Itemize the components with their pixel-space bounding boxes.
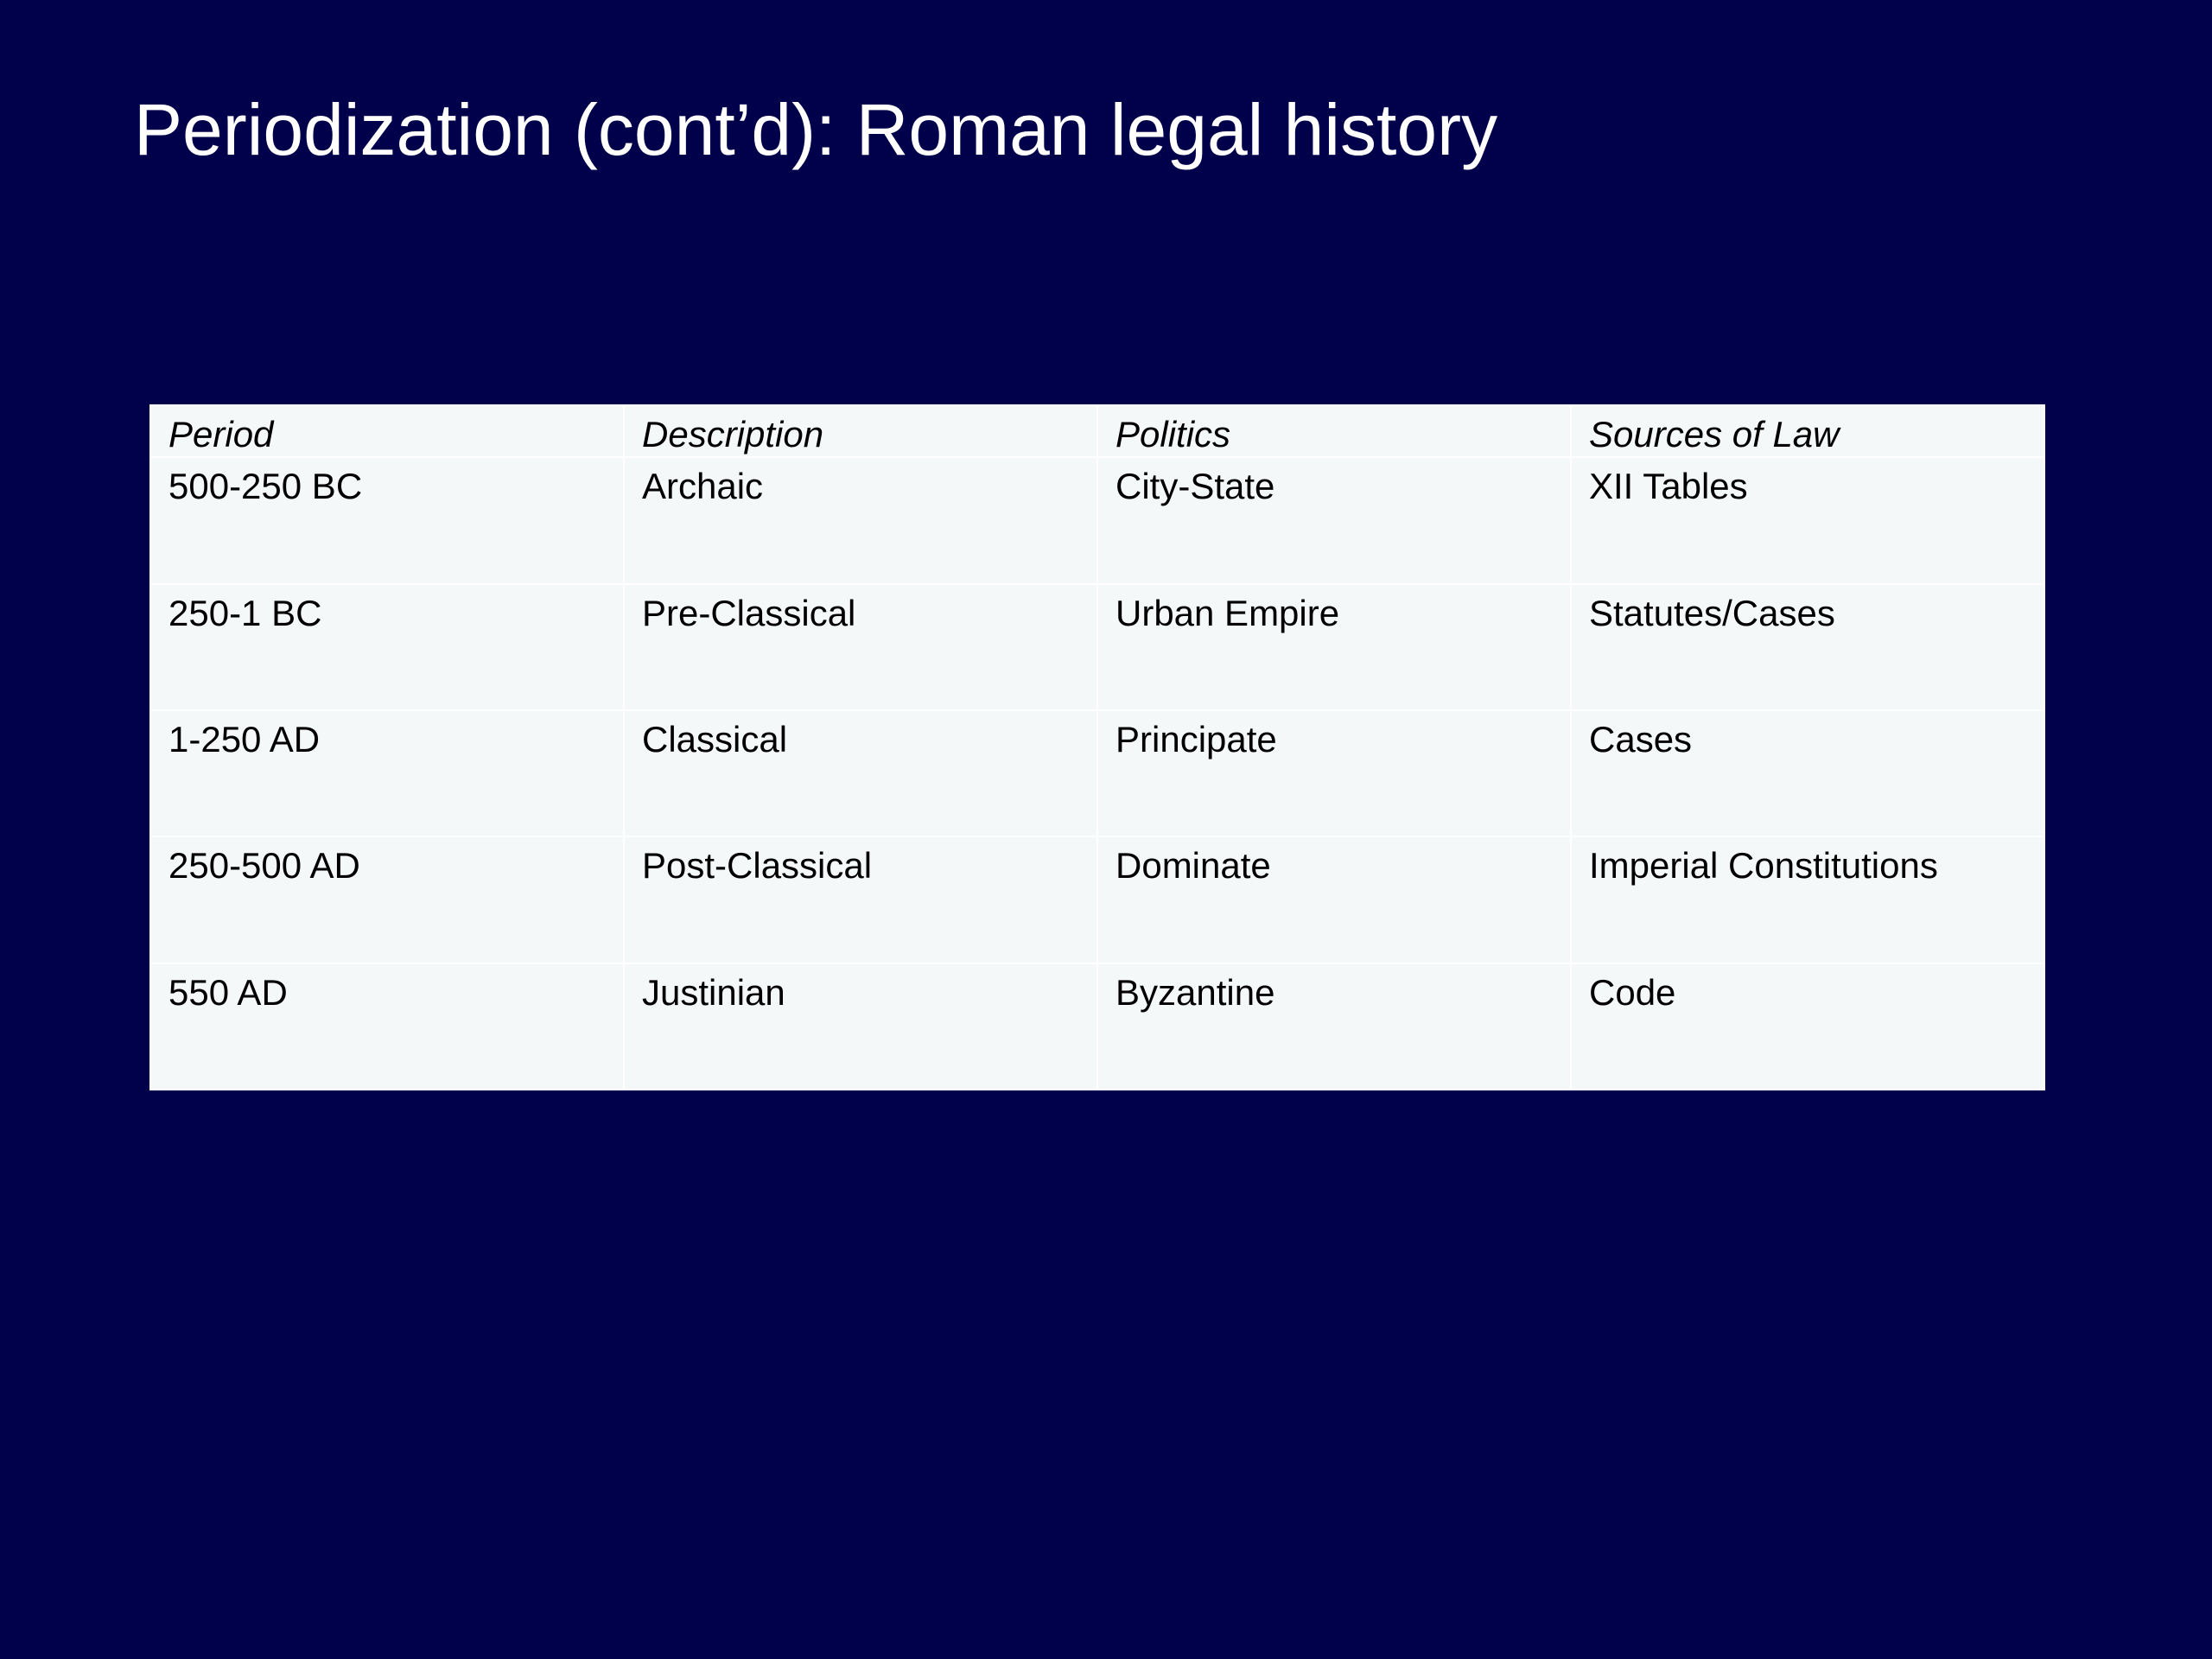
politics-cell: Dominate: [1096, 836, 1572, 964]
header-politics: Politics: [1096, 404, 1572, 459]
slide: Periodization (cont’d): Roman legal hist…: [0, 0, 2212, 1659]
table-body: 500-250 BC Archaic City-State XII Tables…: [149, 456, 2045, 1091]
period-cell: 250-1 BC: [149, 582, 625, 712]
description-cell: Archaic: [623, 456, 1098, 585]
roman-legal-history-table: Period Description Politics Sources of L…: [149, 404, 2045, 1091]
sources-of-law-cell: Statutes/Cases: [1570, 582, 2045, 712]
description-cell: Classical: [623, 709, 1098, 838]
politics-cell: Byzantine: [1096, 962, 1572, 1091]
sources-of-law-cell: Cases: [1570, 709, 2045, 838]
sources-of-law-cell: Imperial Constitutions: [1570, 836, 2045, 964]
sources-of-law-cell: Code: [1570, 962, 2045, 1091]
period-cell: 500-250 BC: [149, 456, 625, 585]
politics-cell: City-State: [1096, 456, 1572, 585]
header-sources-of-law: Sources of Law: [1570, 404, 2045, 459]
description-cell: Justinian: [623, 962, 1098, 1091]
politics-cell: Urban Empire: [1096, 582, 1572, 712]
table-header: Period Description Politics Sources of L…: [149, 404, 2045, 459]
period-cell: 250-500 AD: [149, 836, 625, 964]
slide-title: Periodization (cont’d): Roman legal hist…: [134, 89, 1498, 170]
description-cell: Post-Classical: [623, 836, 1098, 964]
table-row: 250-500 AD Post-Classical Dominate Imper…: [149, 836, 2045, 964]
header-period: Period: [149, 404, 625, 459]
period-cell: 1-250 AD: [149, 709, 625, 838]
description-cell: Pre-Classical: [623, 582, 1098, 712]
table-row: 550 AD Justinian Byzantine Code: [149, 962, 2045, 1091]
sources-of-law-cell: XII Tables: [1570, 456, 2045, 585]
politics-cell: Principate: [1096, 709, 1572, 838]
header-description: Description: [623, 404, 1098, 459]
table-header-row: Period Description Politics Sources of L…: [149, 404, 2045, 459]
table-row: 1-250 AD Classical Principate Cases: [149, 709, 2045, 838]
periodization-table: Period Description Politics Sources of L…: [149, 404, 2045, 1091]
period-cell: 550 AD: [149, 962, 625, 1091]
table-row: 250-1 BC Pre-Classical Urban Empire Stat…: [149, 582, 2045, 712]
table-row: 500-250 BC Archaic City-State XII Tables: [149, 456, 2045, 585]
